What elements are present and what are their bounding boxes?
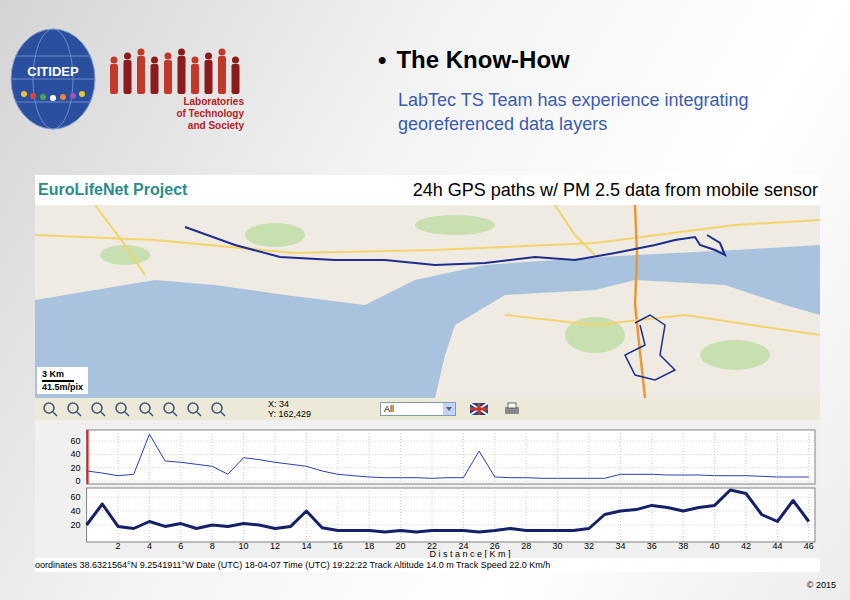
x-tick: 42 [741,541,751,551]
footer: © 2015 [0,572,850,590]
y-tick: 20 [71,520,81,530]
x-axis-title: D i s t a n c e [ K m ] [429,549,510,558]
bullet: • [378,46,386,74]
y-tick: 60 [71,492,81,502]
zoom-out-icon[interactable] [65,400,83,418]
x-tick: 18 [364,541,374,551]
toolbar: X: 34Y: 162,429 All [35,398,820,420]
x-tick: 2 [115,541,120,551]
slide-title: •The Know-How [378,46,778,74]
chart-canvas: 0204060204060246810121416182022242628303… [35,420,820,558]
x-tick: 12 [270,541,280,551]
scale-resolution: 41.5m/pix [42,382,83,392]
x-tick: 16 [333,541,343,551]
x-tick: 28 [521,541,531,551]
lab-logo: Laboratoriesof Technologyand Society [104,28,244,175]
x-tick: 44 [772,541,782,551]
y-tick: 20 [71,463,81,473]
citidep-logo-icon: CITIDEP [10,28,96,130]
cursor-coordinates: X: 34Y: 162,429 [268,399,368,419]
x-tick: 20 [396,541,406,551]
map[interactable]: 3 Km41.5m/pix [35,205,820,398]
slide-header: CITIDEP Laboratoriesof Technologyand Soci… [0,0,850,175]
pm-chart: 0204060204060246810121416182022242628303… [35,420,820,558]
cursor-x: X: 34 [268,399,368,409]
filter-dropdown[interactable]: All [380,402,456,416]
y-tick: 40 [71,449,81,459]
refresh-icon[interactable] [137,400,155,418]
select-icon[interactable] [161,400,179,418]
slide: CITIDEP Laboratoriesof Technologyand Soci… [0,0,850,600]
x-tick: 40 [710,541,720,551]
print-icon[interactable] [502,400,522,418]
x-tick: 8 [210,541,215,551]
cursor-marker [87,430,89,484]
hand-icon[interactable] [113,400,131,418]
map-canvas[interactable] [35,205,820,398]
status-bar: oordinates 38.6321564°N 9.2541911°W Date… [35,558,820,572]
fit-icon[interactable] [89,400,107,418]
scale-bar: 3 Km [42,369,74,382]
map-header: EuroLifeNet Project 24h GPS paths w/ PM 2… [35,175,820,205]
gps-panel: EuroLifeNet Project 24h GPS paths w/ PM 2… [35,175,820,572]
slide-subtitle: LabTec TS Team has experience integratin… [378,88,778,136]
svg-text:CITIDEP: CITIDEP [27,64,79,79]
x-tick: 34 [615,541,625,551]
cursor-y: Y: 162,429 [268,409,368,419]
x-tick: 38 [678,541,688,551]
copyright: © 2015 [807,580,836,590]
x-tick: 32 [584,541,594,551]
clock-icon[interactable] [209,400,227,418]
measure-icon[interactable] [185,400,203,418]
map-caption: 24h GPS paths w/ PM 2.5 data from mobile… [413,180,818,201]
x-tick: 4 [147,541,152,551]
x-tick: 30 [553,541,563,551]
y-tick: 0 [76,476,81,486]
y-tick: 40 [71,506,81,516]
chart-panel: 20 40 60 [71,488,815,542]
x-tick: 46 [804,541,814,551]
map-scale: 3 Km41.5m/pix [37,367,88,394]
x-tick: 6 [178,541,183,551]
x-tick: 36 [647,541,657,551]
zoom-in-icon[interactable] [41,400,59,418]
caret-icon [443,403,455,415]
logos: CITIDEP Laboratoriesof Technologyand Soci… [0,0,368,175]
tool-group [41,400,256,418]
x-tick: 10 [239,541,249,551]
lab-name: Laboratoriesof Technologyand Society [104,94,244,132]
heading: •The Know-How LabTec TS Team has experien… [368,0,778,175]
pm-series-line [87,434,809,478]
flag-icon[interactable] [468,400,490,418]
chart-panel: 0 20 40 60 [71,430,815,486]
y-tick: 60 [71,436,81,446]
pm-series-line [87,490,809,532]
x-tick: 14 [301,541,311,551]
people-icon [104,48,244,94]
project-name: EuroLifeNet Project [38,181,187,199]
